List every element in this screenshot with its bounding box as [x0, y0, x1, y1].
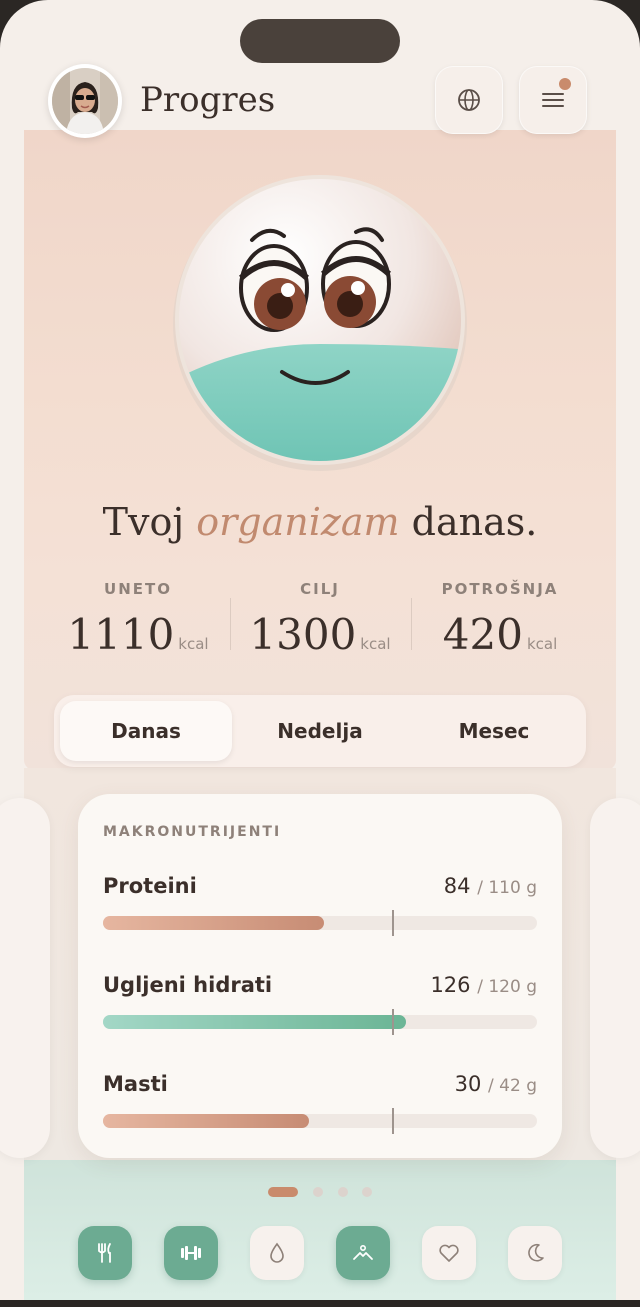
macro-progress-track — [103, 1009, 537, 1035]
next-card-peek[interactable] — [590, 798, 640, 1158]
headline-emphasis: organizam — [196, 500, 400, 544]
stat-unit: kcal — [526, 635, 558, 653]
headline-pre: Tvoj — [102, 500, 197, 544]
macro-value: 84 — [443, 874, 471, 898]
card-title: MAKRONUTRIJENTI — [103, 824, 282, 840]
globe-icon — [458, 89, 480, 111]
moon-icon — [528, 1243, 544, 1262]
dynamic-island — [240, 19, 400, 63]
macro-value: 30 — [454, 1072, 482, 1096]
macro-progress-fill — [103, 1015, 407, 1029]
macro-name: Proteini — [103, 874, 197, 898]
macro-progress-fill — [103, 1114, 310, 1128]
stat-label: CILJ — [300, 580, 340, 598]
nav-activity-button[interactable] — [336, 1226, 390, 1280]
macro-target: / 110 g — [477, 878, 537, 898]
language-button[interactable] — [435, 66, 503, 134]
water-drop-icon — [270, 1242, 284, 1263]
previous-card-peek[interactable] — [0, 798, 50, 1158]
notification-dot — [557, 76, 573, 92]
nav-workout-button[interactable] — [164, 1226, 218, 1280]
headline-post: danas. — [399, 500, 538, 544]
mountain-person-icon — [353, 1244, 373, 1260]
nav-sleep-button[interactable] — [508, 1226, 562, 1280]
macronutrients-card: MAKRONUTRIJENTI Proteini 84 / 110 g Uglj… — [78, 794, 562, 1158]
nav-water-button[interactable] — [250, 1226, 304, 1280]
avatar[interactable] — [48, 64, 122, 138]
stat-goal: CILJ 1300 kcal — [230, 580, 410, 659]
pager-dot[interactable] — [338, 1187, 348, 1197]
pager-dot-active[interactable] — [268, 1187, 298, 1197]
pager-dot[interactable] — [362, 1187, 372, 1197]
macro-progress-track — [103, 1108, 537, 1134]
stat-value: 420 — [442, 610, 523, 659]
phone-screen: Progres Tvoj organizam danas. UNETO 1110… — [0, 0, 640, 1300]
pager-dot[interactable] — [313, 1187, 323, 1197]
macro-name: Masti — [103, 1072, 168, 1096]
nav-health-button[interactable] — [422, 1226, 476, 1280]
macro-target: / 42 g — [488, 1076, 537, 1096]
dumbbell-icon — [181, 1246, 201, 1260]
stat-burn: POTROŠNJA 420 kcal — [410, 580, 590, 659]
headline: Tvoj organizam danas. — [0, 500, 640, 544]
nav-nutrition-button[interactable] — [78, 1226, 132, 1280]
heart-icon — [439, 1244, 459, 1262]
macro-name: Ugljeni hidrati — [103, 973, 273, 997]
macro-goal-marker — [392, 1108, 394, 1134]
avatar-photo — [52, 68, 118, 134]
macro-goal-marker — [392, 910, 394, 936]
home-indicator-area — [0, 1300, 640, 1307]
macro-progress-fill — [103, 916, 324, 930]
stat-label: POTROŠNJA — [441, 580, 559, 598]
mascot-face — [170, 172, 470, 472]
stat-unit: kcal — [178, 635, 209, 653]
page-title: Progres — [140, 80, 276, 120]
hamburger-icon — [542, 93, 564, 107]
menu-button[interactable] — [519, 66, 587, 134]
macro-target: / 120 g — [477, 977, 537, 997]
period-tabs: Danas Nedelja Mesec — [54, 695, 586, 767]
tab-mesec[interactable]: Mesec — [406, 695, 582, 767]
stat-value: 1300 — [249, 610, 357, 659]
fork-knife-icon — [98, 1243, 111, 1263]
stat-unit: kcal — [360, 635, 391, 653]
tab-nedelja[interactable]: Nedelja — [232, 695, 408, 767]
carousel-pager — [0, 1187, 640, 1197]
stat-intake: UNETO 1110 kcal — [48, 580, 228, 659]
stat-label: UNETO — [104, 580, 172, 598]
tab-danas[interactable]: Danas — [58, 695, 234, 767]
stat-value: 1110 — [67, 610, 175, 659]
macro-progress-track — [103, 910, 537, 936]
macro-value: 126 — [430, 973, 471, 997]
macro-goal-marker — [392, 1009, 394, 1035]
